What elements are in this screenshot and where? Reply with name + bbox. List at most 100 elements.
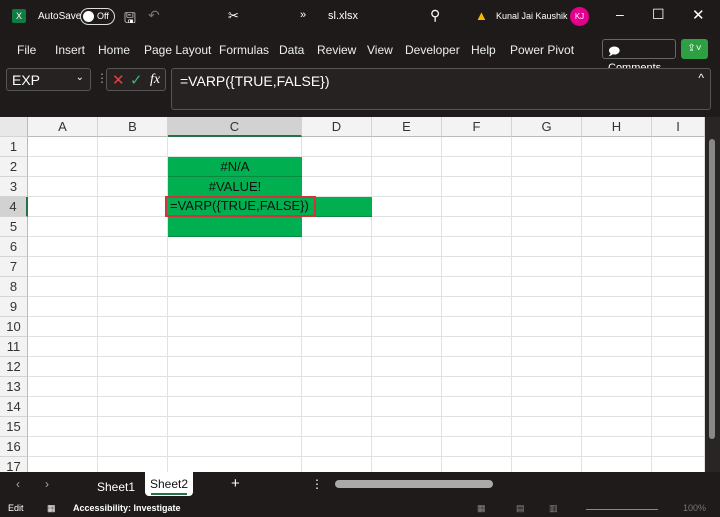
select-all[interactable] xyxy=(0,117,28,137)
accessibility-status[interactable]: Accessibility: Investigate xyxy=(73,503,181,513)
undo-icon[interactable]: ↶ xyxy=(148,7,160,24)
tab-help[interactable]: Help xyxy=(471,43,496,57)
next-sheet-icon[interactable]: › xyxy=(45,477,49,491)
column-header-C[interactable]: C xyxy=(168,117,302,137)
tab-developer[interactable]: Developer xyxy=(405,43,460,57)
cell-c3[interactable]: #VALUE! xyxy=(168,177,302,197)
column-header-D[interactable]: D xyxy=(302,117,372,137)
tab-data[interactable]: Data xyxy=(279,43,304,57)
tab-formulas[interactable]: Formulas xyxy=(219,43,269,57)
gridline xyxy=(97,137,98,472)
minimize-button[interactable]: – xyxy=(616,6,624,22)
tab-view[interactable]: View xyxy=(367,43,393,57)
gridline xyxy=(28,176,705,177)
gridline xyxy=(651,137,652,472)
add-sheet-icon[interactable]: + xyxy=(231,475,240,492)
gridline xyxy=(371,137,372,472)
row-header-2[interactable]: 2 xyxy=(0,157,28,177)
enter-icon[interactable]: ✓ xyxy=(130,71,143,89)
zoom-level[interactable]: 100% xyxy=(683,503,706,513)
row-header-9[interactable]: 9 xyxy=(0,297,28,317)
row-header-12[interactable]: 12 xyxy=(0,357,28,377)
column-header-B[interactable]: B xyxy=(98,117,168,137)
gridline xyxy=(28,436,705,437)
title-bar: X AutoSave Off 🖫 ↶ ✂ » sl.xlsx ⚲ ▲ Kunal… xyxy=(0,0,720,34)
formula-buttons: ✕ ✓ fx xyxy=(106,68,166,91)
tab-home[interactable]: Home xyxy=(98,43,130,57)
row-header-14[interactable]: 14 xyxy=(0,397,28,417)
name-box[interactable]: EXP ⌄ xyxy=(6,68,91,91)
cancel-icon[interactable]: ✕ xyxy=(112,71,125,89)
tab-power-pivot[interactable]: Power Pivot xyxy=(510,43,574,57)
page-layout-view-icon[interactable]: ▤ xyxy=(516,503,525,514)
close-button[interactable]: ✕ xyxy=(692,6,705,24)
gridline xyxy=(28,236,705,237)
column-header-F[interactable]: F xyxy=(442,117,512,137)
spreadsheet-grid[interactable]: A B C D E F G H I 1 2 3 4 5 6 7 8 9 10 11 12 13 14 15 16 17 #N/A #V… xyxy=(0,117,705,472)
column-header-E[interactable]: E xyxy=(372,117,442,137)
row-header-13[interactable]: 13 xyxy=(0,377,28,397)
gridline xyxy=(28,336,705,337)
comments-button[interactable]: 🗩 Comments xyxy=(602,39,676,74)
gridline xyxy=(28,376,705,377)
options-icon[interactable]: ⋮ xyxy=(311,477,323,491)
excel-logo-icon: X xyxy=(12,9,26,23)
row-header-7[interactable]: 7 xyxy=(0,257,28,277)
column-header-G[interactable]: G xyxy=(512,117,582,137)
cell-c5[interactable] xyxy=(168,217,302,237)
tab-review[interactable]: Review xyxy=(317,43,356,57)
tab-page-layout[interactable]: Page Layout xyxy=(144,43,211,57)
row-header-15[interactable]: 15 xyxy=(0,417,28,437)
more-icon[interactable]: » xyxy=(300,9,306,21)
row-header-11[interactable]: 11 xyxy=(0,337,28,357)
row-header-10[interactable]: 10 xyxy=(0,317,28,337)
filename[interactable]: sl.xlsx xyxy=(328,10,358,22)
column-header-I[interactable]: I xyxy=(652,117,705,137)
row-header-1[interactable]: 1 xyxy=(0,137,28,157)
collapse-icon[interactable]: ^ xyxy=(698,71,704,85)
vertical-scrollbar[interactable] xyxy=(705,117,720,472)
row-header-4[interactable]: 4 xyxy=(0,197,28,217)
sheet-tab-sheet1[interactable]: Sheet1 xyxy=(97,480,135,494)
formula-input[interactable]: =VARP({TRUE,FALSE}) ^ xyxy=(171,68,711,110)
tab-insert[interactable]: Insert xyxy=(55,43,85,57)
tab-file[interactable]: File xyxy=(17,43,36,57)
row-header-8[interactable]: 8 xyxy=(0,277,28,297)
sheet-tab-sheet2[interactable]: Sheet2 xyxy=(145,472,193,496)
cell-c4-editing[interactable]: =VARP({TRUE,FALSE}) xyxy=(165,196,316,217)
gridline xyxy=(581,137,582,472)
gridline xyxy=(28,276,705,277)
row-header-3[interactable]: 3 xyxy=(0,177,28,197)
gridline xyxy=(441,137,442,472)
maximize-button[interactable]: ☐ xyxy=(652,6,665,23)
page-break-view-icon[interactable]: ▥ xyxy=(549,503,558,514)
column-header-H[interactable]: H xyxy=(582,117,652,137)
horizontal-scrollbar[interactable] xyxy=(335,480,493,488)
share-button[interactable]: ⇪˅ xyxy=(681,39,708,59)
cut-icon[interactable]: ✂ xyxy=(228,8,239,24)
search-icon[interactable]: ⚲ xyxy=(430,7,440,24)
cell-c2[interactable]: #N/A xyxy=(168,157,302,177)
row-header-17[interactable]: 17 xyxy=(0,457,28,472)
avatar[interactable]: KJ xyxy=(570,7,589,26)
autosave-toggle[interactable]: Off xyxy=(80,8,115,25)
column-header-A[interactable]: A xyxy=(28,117,98,137)
zoom-slider[interactable] xyxy=(586,509,658,510)
macro-icon: ▦ xyxy=(47,503,56,513)
warning-icon: ▲ xyxy=(475,8,488,23)
row-header-5[interactable]: 5 xyxy=(0,217,28,237)
gridline xyxy=(28,416,705,417)
gridline xyxy=(28,316,705,317)
row-header-6[interactable]: 6 xyxy=(0,237,28,257)
save-icon[interactable]: 🖫 xyxy=(124,8,136,32)
gridline xyxy=(28,256,705,257)
autosave-label: AutoSave xyxy=(38,11,82,22)
normal-view-icon[interactable]: ▦ xyxy=(477,503,486,514)
row-header-16[interactable]: 16 xyxy=(0,437,28,457)
prev-sheet-icon[interactable]: ‹ xyxy=(16,477,20,491)
gridline xyxy=(28,456,705,457)
gridline xyxy=(28,296,705,297)
insert-function-icon[interactable]: fx xyxy=(150,72,160,88)
sheet-tabs-bar: ‹ › Sheet1 Sheet2 + ⋮ xyxy=(0,472,720,498)
gridline xyxy=(28,356,705,357)
